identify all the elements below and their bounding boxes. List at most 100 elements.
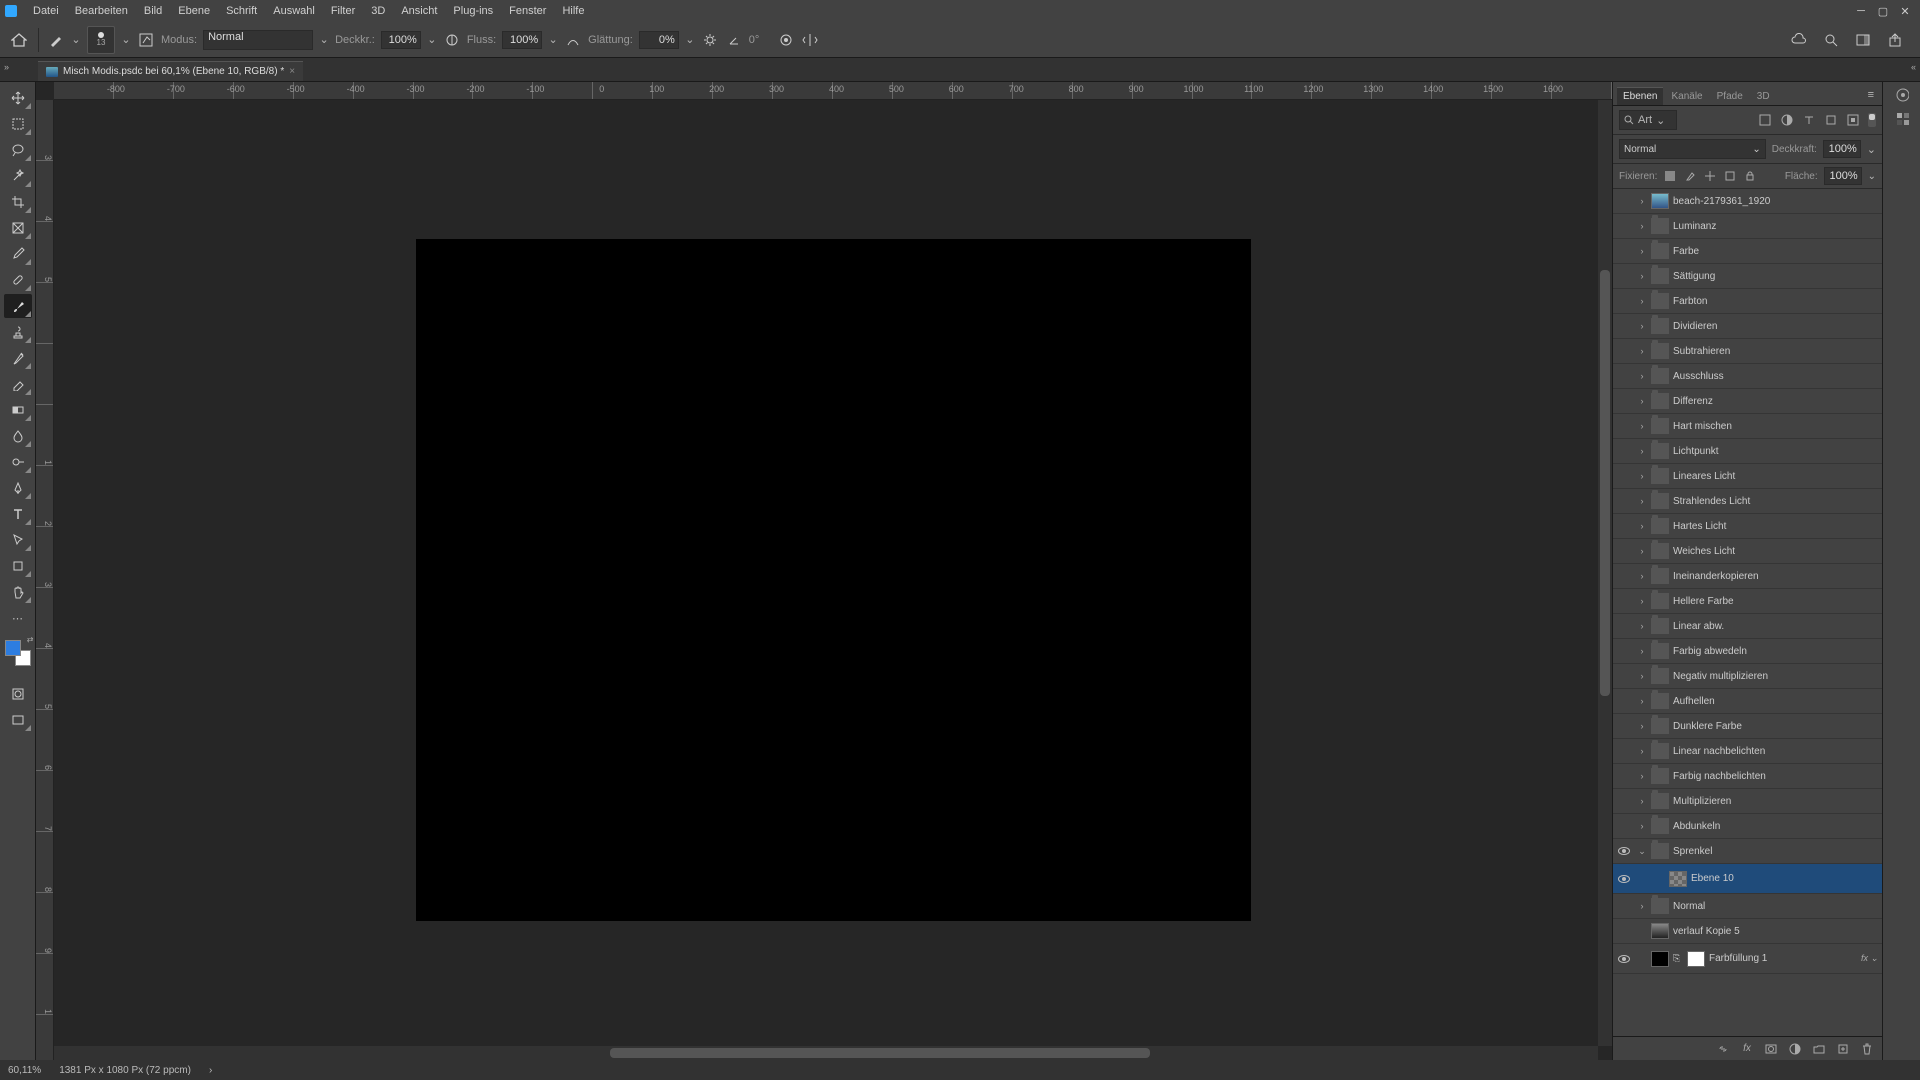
lock-all-icon[interactable] <box>1743 169 1757 183</box>
flow-input[interactable] <box>502 31 542 49</box>
menu-ansicht[interactable]: Ansicht <box>393 3 445 19</box>
layer-row[interactable]: verlauf Kopie 5 <box>1613 919 1882 944</box>
expand-icon[interactable]: › <box>1637 446 1647 456</box>
filter-toggle[interactable] <box>1868 113 1876 127</box>
home-button[interactable] <box>8 29 30 51</box>
lock-position-icon[interactable] <box>1703 169 1717 183</box>
smoothing-input[interactable] <box>639 31 679 49</box>
menu-plugins[interactable]: Plug-ins <box>445 3 501 19</box>
expand-icon[interactable]: › <box>1637 371 1647 381</box>
shape-tool[interactable] <box>4 554 32 578</box>
layer-name[interactable]: Linear nachbelichten <box>1673 746 1765 757</box>
type-tool[interactable] <box>4 502 32 526</box>
visibility-toggle[interactable] <box>1615 955 1633 963</box>
blend-mode-select[interactable]: Normal <box>203 30 313 50</box>
layer-name[interactable]: Normal <box>1673 901 1705 912</box>
layer-name[interactable]: Sättigung <box>1673 271 1715 282</box>
menu-datei[interactable]: Datei <box>25 3 67 19</box>
layer-row[interactable]: › Farbig nachbelichten <box>1613 764 1882 789</box>
menu-hilfe[interactable]: Hilfe <box>554 3 592 19</box>
link-icon[interactable]: ⎘ <box>1673 953 1683 964</box>
status-chevron-icon[interactable]: › <box>209 1065 212 1076</box>
window-minimize-icon[interactable]: ─ <box>1851 4 1871 18</box>
expand-icon[interactable]: › <box>1637 321 1647 331</box>
opacity-dropdown[interactable]: ⌄ <box>427 35 437 45</box>
layer-list[interactable]: ›beach-2179361_1920›Luminanz›Farbe›Sätti… <box>1613 189 1882 1036</box>
lock-pixels-icon[interactable] <box>1663 169 1677 183</box>
lock-artboard-icon[interactable] <box>1723 169 1737 183</box>
expand-icon[interactable]: › <box>1637 696 1647 706</box>
panel-expand-icon[interactable]: « <box>1911 62 1916 72</box>
screen-mode-icon[interactable] <box>4 708 32 732</box>
color-panel-icon[interactable] <box>1895 88 1909 102</box>
frame-tool[interactable] <box>4 216 32 240</box>
tab-3d[interactable]: 3D <box>1751 88 1776 105</box>
smoothing-gear-icon[interactable] <box>701 31 719 49</box>
visibility-eye-icon[interactable] <box>1618 955 1630 963</box>
expand-icon[interactable]: › <box>1637 821 1647 831</box>
window-close-icon[interactable]: ✕ <box>1895 4 1915 18</box>
link-layers-icon[interactable] <box>1716 1042 1730 1056</box>
symmetry-icon[interactable] <box>801 31 819 49</box>
layer-row[interactable]: ›Farbton <box>1613 289 1882 314</box>
lasso-tool[interactable] <box>4 138 32 162</box>
filter-adjust-icon[interactable] <box>1780 113 1794 127</box>
expand-icon[interactable]: › <box>1637 496 1647 506</box>
mask-icon[interactable] <box>1764 1042 1778 1056</box>
layer-name[interactable]: Ineinanderkopieren <box>1673 571 1759 582</box>
expand-icon[interactable]: › <box>1637 546 1647 556</box>
layer-row[interactable]: ›Subtrahieren <box>1613 339 1882 364</box>
layer-row[interactable]: ›Dunklere Farbe <box>1613 714 1882 739</box>
marquee-tool[interactable] <box>4 112 32 136</box>
workspace-icon[interactable] <box>1854 31 1872 49</box>
scrollbar-thumb-v[interactable] <box>1600 270 1610 696</box>
expand-icon[interactable]: › <box>1637 721 1647 731</box>
swap-colors-icon[interactable]: ⇄ <box>27 635 34 644</box>
layer-name[interactable]: Farbe <box>1673 246 1699 257</box>
visibility-eye-icon[interactable] <box>1618 875 1630 883</box>
filter-pixel-icon[interactable] <box>1758 113 1772 127</box>
toolbar-expand-icon[interactable]: » <box>4 62 9 72</box>
expand-icon[interactable]: › <box>1637 246 1647 256</box>
color-swatches[interactable]: ⇄ <box>5 640 31 666</box>
layer-row[interactable]: ›Multiplizieren <box>1613 789 1882 814</box>
layer-row[interactable]: ›Sättigung <box>1613 264 1882 289</box>
menu-filter[interactable]: Filter <box>323 3 363 19</box>
canvas-scrollbar-vertical[interactable] <box>1598 100 1612 1046</box>
expand-icon[interactable]: › <box>1637 771 1647 781</box>
layer-row[interactable]: › Lichtpunkt <box>1613 439 1882 464</box>
expand-icon[interactable]: › <box>1637 221 1647 231</box>
layer-row[interactable]: ›Hellere Farbe <box>1613 589 1882 614</box>
layer-name[interactable]: Negativ multiplizieren <box>1673 671 1768 682</box>
layer-row[interactable]: ⎘Farbfüllung 1fx ⌄ <box>1613 944 1882 974</box>
layer-row[interactable]: ›Ausschluss <box>1613 364 1882 389</box>
layer-row[interactable]: ›Aufhellen <box>1613 689 1882 714</box>
visibility-eye-icon[interactable] <box>1618 847 1630 855</box>
menu-auswahl[interactable]: Auswahl <box>265 3 323 19</box>
layer-row[interactable]: ›Linear abw. <box>1613 614 1882 639</box>
delete-icon[interactable] <box>1860 1042 1874 1056</box>
pressure-opacity-icon[interactable] <box>443 31 461 49</box>
layer-row[interactable]: ›Lineares Licht <box>1613 464 1882 489</box>
visibility-toggle[interactable] <box>1615 875 1633 883</box>
foreground-color-swatch[interactable] <box>5 640 21 656</box>
layer-name[interactable]: Hartes Licht <box>1673 521 1726 532</box>
layer-row[interactable]: ›Negativ multiplizieren <box>1613 664 1882 689</box>
group-icon[interactable] <box>1812 1042 1826 1056</box>
layer-row[interactable]: ›Ineinanderkopieren <box>1613 564 1882 589</box>
expand-icon[interactable]: › <box>1637 521 1647 531</box>
layer-name[interactable]: Farbig nachbelichten <box>1673 771 1766 782</box>
canvas[interactable] <box>54 100 1612 1060</box>
layer-thumbnail[interactable] <box>1669 871 1687 887</box>
adjustment-icon[interactable] <box>1788 1042 1802 1056</box>
layer-row[interactable]: ›Luminanz <box>1613 214 1882 239</box>
layer-row[interactable]: › Farbe <box>1613 239 1882 264</box>
path-select-tool[interactable] <box>4 528 32 552</box>
layer-row[interactable]: ›Linear nachbelichten <box>1613 739 1882 764</box>
history-brush-tool[interactable] <box>4 346 32 370</box>
blend-mode-dropdown[interactable]: ⌄ <box>319 35 329 45</box>
layer-row[interactable]: ›beach-2179361_1920 <box>1613 189 1882 214</box>
layer-name[interactable]: Subtrahieren <box>1673 346 1730 357</box>
layer-name[interactable]: Lichtpunkt <box>1673 446 1719 457</box>
layer-name[interactable]: Strahlendes Licht <box>1673 496 1750 507</box>
